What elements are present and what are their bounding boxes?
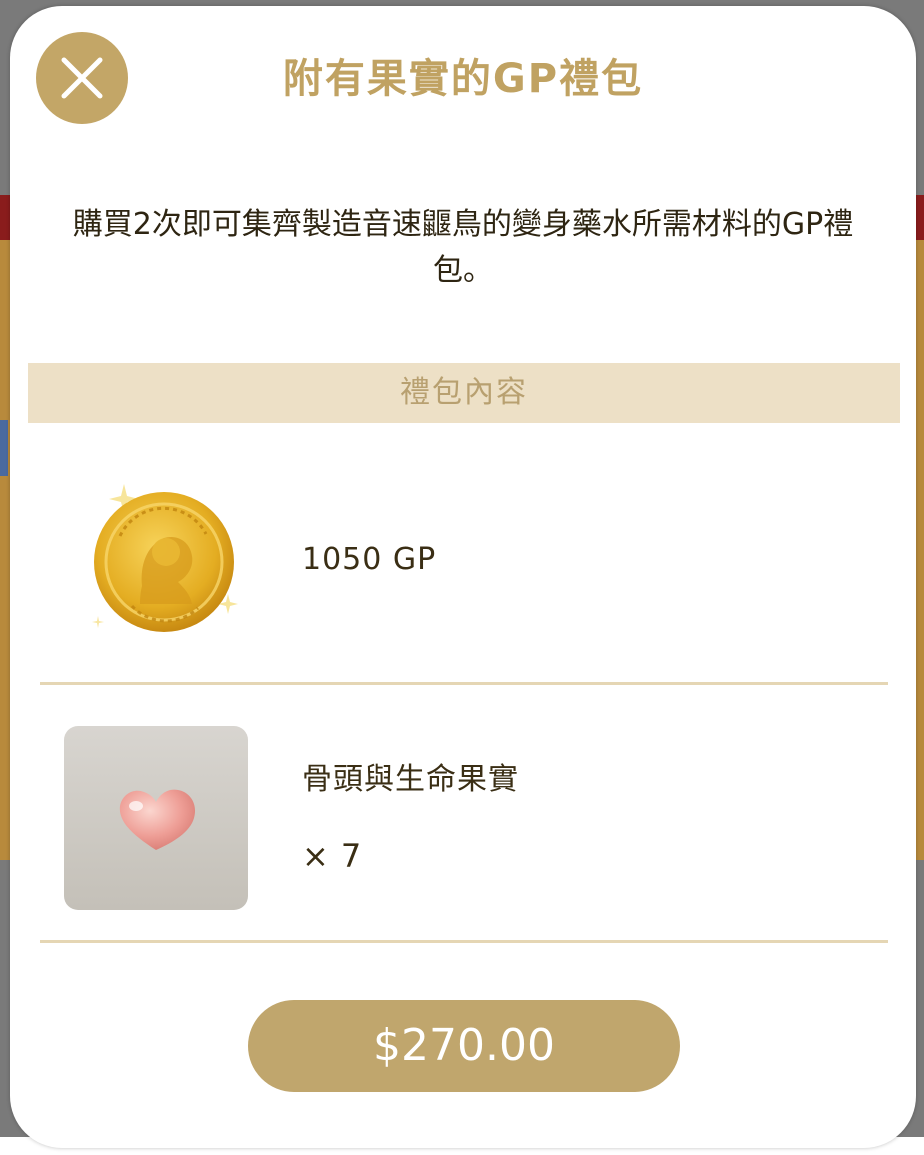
package-item-fruit: 骨頭與生命果實 × 7 (40, 684, 888, 942)
purchase-button[interactable]: $270.00 (248, 1000, 680, 1092)
gp-package-modal: 附有果實的GP禮包 購買2次即可集齊製造音速鼴鳥的變身藥水所需材料的GP禮包。 … (10, 6, 916, 1148)
section-header-label: 禮包內容 (400, 375, 528, 410)
section-header: 禮包內容 (28, 363, 900, 423)
item-quantity: × 7 (302, 836, 361, 876)
heart-fruit-icon (64, 726, 248, 910)
close-button[interactable] (36, 32, 128, 124)
modal-title: 附有果實的GP禮包 (282, 56, 644, 102)
quantity-symbol: × (302, 837, 329, 875)
divider (40, 940, 888, 943)
gold-coin-icon (80, 476, 240, 636)
item-name-gp: 1050 GP (302, 542, 437, 577)
close-icon (61, 57, 103, 99)
item-name-fruit: 骨頭與生命果實 (302, 762, 519, 797)
background-edge-mark (0, 420, 8, 476)
package-description: 購買2次即可集齊製造音速鼴鳥的變身藥水所需材料的GP禮包。 (72, 207, 854, 288)
quantity-value: 7 (340, 837, 362, 875)
package-item-gp: 1050 GP (40, 446, 888, 682)
